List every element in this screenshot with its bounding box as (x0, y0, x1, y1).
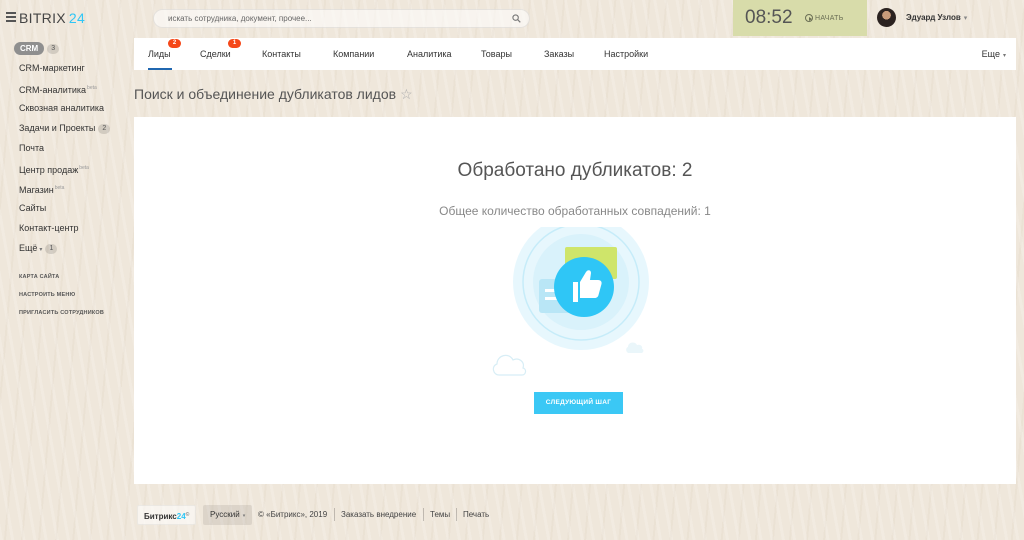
sidebar-counter: 1 (45, 244, 58, 254)
sidebar-item-crm[interactable]: CRM 3 (0, 38, 134, 58)
themes-link[interactable]: Темы (430, 510, 450, 519)
crm-tabs: Лиды 2 Сделки 1 Контакты Компании Аналитик… (134, 38, 1016, 70)
tab-leads[interactable]: Лиды 2 (148, 39, 181, 59)
footer-separator (456, 508, 457, 521)
sidebar-counter: 2 (98, 124, 111, 134)
sidebar-item-label: Задачи и Проекты (19, 123, 96, 133)
copyright-text: © «Битрикс», 2019 (258, 510, 328, 519)
chevron-down-icon: ▾ (1002, 53, 1006, 59)
logo-text: BITRIX (19, 10, 66, 26)
user-name: Эдуард Узлов (906, 13, 961, 22)
tab-contacts[interactable]: Контакты (262, 49, 301, 59)
user-menu[interactable]: Эдуард Узлов ▾ (906, 13, 967, 22)
left-sidebar: CRM 3 CRM-маркетинг CRM-аналитикаbeta Скв… (0, 38, 134, 322)
footer-brand-text: Битрикс (144, 512, 177, 521)
clock-time: 08:52 (745, 7, 793, 28)
beta-label: beta (87, 85, 97, 91)
sidebar-item-crm-marketing[interactable]: CRM-маркетинг (0, 58, 134, 78)
play-icon (805, 14, 813, 22)
language-selector[interactable]: Русский ▾ (203, 505, 253, 525)
sidebar-item-contact-center[interactable]: Контакт-центр (0, 218, 134, 238)
processed-duplicates-text: Обработано дубликатов: 2 (457, 160, 693, 181)
tab-companies[interactable]: Компании (333, 49, 374, 59)
tab-settings[interactable]: Настройки (604, 49, 648, 59)
tab-badge: 2 (168, 39, 181, 48)
sidebar-item-label: Контакт-центр (19, 223, 79, 233)
sidebar-item-sites[interactable]: Сайты (0, 198, 134, 218)
sidebar-item-label: Сайты (19, 203, 47, 213)
footer-separator (334, 508, 335, 521)
sidebar-item-label: Сквозная аналитика (19, 103, 105, 113)
page-title: Поиск и объединение дубликатов лидов ☆ (134, 86, 413, 103)
menu-burger-icon[interactable] (6, 12, 16, 22)
footer-brand-sup: © (185, 512, 190, 518)
invite-users-link[interactable]: ПРИГЛАСИТЬ СОТРУДНИКОВ (0, 304, 134, 322)
sidebar-item-store[interactable]: Магазинbeta (0, 178, 134, 198)
search-placeholder: искать сотрудника, документ, прочее... (168, 14, 312, 23)
sidebar-item-more[interactable]: Ещё ▾ 1 (0, 238, 134, 258)
tab-label: Сделки (200, 49, 231, 59)
sidebar-item-tasks[interactable]: Задачи и Проекты 2 (0, 118, 134, 138)
cloud-icon (626, 342, 644, 353)
print-link[interactable]: Печать (463, 510, 489, 519)
user-avatar[interactable] (877, 8, 896, 27)
next-step-button[interactable]: СЛЕДУЮЩИЙ ШАГ (534, 392, 623, 414)
sidebar-links: КАРТА САЙТА НАСТРОИТЬ МЕНЮ ПРИГЛАСИТЬ СО… (0, 268, 134, 322)
tab-deals[interactable]: Сделки 1 (200, 39, 241, 59)
tab-orders[interactable]: Заказы (544, 49, 574, 59)
footer-brand-number: 24 (176, 512, 186, 521)
logo-number: 24 (68, 10, 86, 26)
sidebar-item-sales-center[interactable]: Центр продажbeta (0, 158, 134, 178)
beta-label: beta (79, 165, 89, 171)
merge-result-panel: Обработано дубликатов: 2 Общее количеств… (134, 117, 1016, 484)
thumbs-up-illustration (492, 227, 649, 376)
sidebar-counter: 3 (47, 44, 60, 54)
page-title-text: Поиск и объединение дубликатов лидов (134, 86, 397, 102)
sidebar-item-e2e-analytics[interactable]: Сквозная аналитика (0, 98, 134, 118)
sidebar-item-crm-analytics[interactable]: CRM-аналитикаbeta (0, 78, 134, 98)
tab-analytics[interactable]: Аналитика (407, 49, 452, 59)
chevron-down-icon: ▾ (963, 15, 968, 22)
sidebar-item-label: Магазин (19, 185, 54, 195)
search-input[interactable]: искать сотрудника, документ, прочее... (153, 9, 530, 28)
star-icon[interactable]: ☆ (400, 86, 413, 102)
sidebar-item-mail[interactable]: Почта (0, 138, 134, 158)
beta-label: beta (54, 185, 65, 191)
sidebar-item-label: Ещё (19, 243, 38, 253)
sidebar-item-label: Центр продаж (19, 165, 79, 175)
configure-menu-link[interactable]: НАСТРОИТЬ МЕНЮ (0, 286, 134, 304)
cloud-icon (492, 354, 527, 376)
active-tab-underline (148, 68, 172, 70)
footer-separator (423, 508, 424, 521)
tab-label: Лиды (148, 49, 171, 59)
sidebar-item-label: CRM (14, 42, 45, 55)
top-header: BITRIX 24 искать сотрудника, документ, пр… (0, 0, 1024, 36)
sidebar-item-label: Почта (19, 143, 44, 153)
sidebar-item-label: CRM-аналитика (19, 85, 87, 95)
tabs-more-label: Еще (981, 49, 1000, 59)
start-label: НАЧАТЬ (815, 15, 844, 22)
start-workday-button[interactable]: НАЧАТЬ (805, 14, 844, 22)
bitrix24-logo[interactable]: BITRIX 24 (19, 10, 85, 26)
search-icon[interactable] (512, 14, 521, 23)
page-footer: Битрикс24© Русский ▾ © «Битрикс», 2019 За… (137, 505, 1007, 525)
tab-badge: 1 (228, 39, 241, 48)
tabs-more-button[interactable]: Еще ▾ (982, 49, 1006, 59)
total-matches-text: Общее количество обработанных совпадений… (439, 204, 711, 218)
sitemap-link[interactable]: КАРТА САЙТА (0, 268, 134, 286)
bitrix24-footer-logo[interactable]: Битрикс24© (137, 505, 197, 525)
sidebar-item-label: CRM-маркетинг (19, 63, 85, 73)
chevron-down-icon: ▾ (39, 247, 43, 253)
language-label: Русский (210, 510, 240, 519)
chevron-down-icon: ▾ (242, 513, 246, 519)
tab-products[interactable]: Товары (481, 49, 512, 59)
timeman-widget[interactable]: 08:52 НАЧАТЬ (733, 0, 867, 36)
order-implementation-link[interactable]: Заказать внедрение (341, 510, 416, 519)
